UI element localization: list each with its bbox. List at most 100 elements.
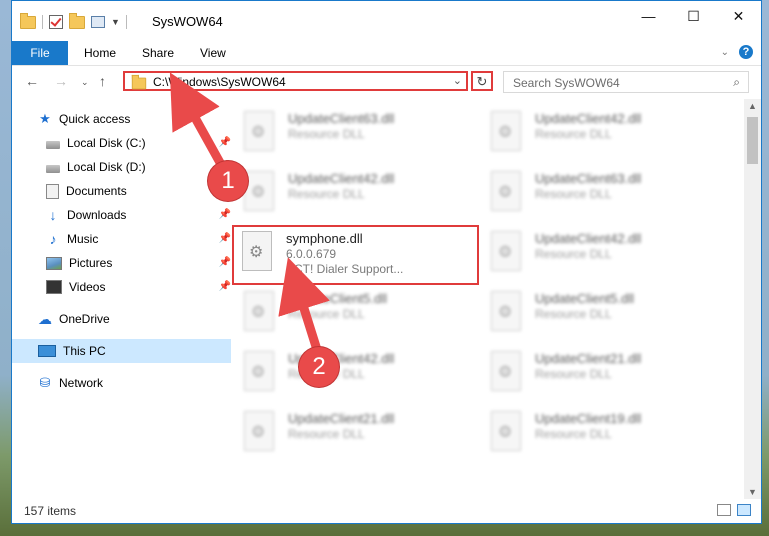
properties-icon[interactable] bbox=[91, 16, 105, 28]
sidebar-item-downloads[interactable]: ↓ Downloads 📌 bbox=[12, 203, 239, 227]
file-item[interactable]: UpdateClient5.dll Resource DLL bbox=[234, 285, 464, 341]
search-input[interactable]: Search SysWOW64 ⌕ bbox=[503, 71, 749, 93]
file-description: ACT! Dialer Support... bbox=[286, 262, 404, 276]
vertical-scrollbar[interactable]: ▲ ▼ bbox=[744, 99, 761, 499]
file-item[interactable]: UpdateClient42.dll Resource DLL bbox=[234, 345, 464, 401]
customize-toolbar-icon[interactable]: ▼ bbox=[111, 17, 120, 27]
window-title: SysWOW64 bbox=[152, 14, 223, 29]
file-name: UpdateClient5.dll bbox=[535, 291, 635, 306]
file-item[interactable]: UpdateClient42.dll Resource DLL bbox=[481, 105, 711, 161]
up-arrow-icon[interactable]: ↑ bbox=[99, 73, 106, 89]
videos-icon bbox=[46, 280, 62, 294]
step-2-callout: 2 bbox=[299, 347, 339, 387]
dll-file-icon bbox=[244, 351, 274, 391]
refresh-button[interactable]: ↻ bbox=[471, 71, 493, 91]
address-row: ← → ⌄ ↑ C:\Windows\SysWOW64 ⌄ ↻ Search S… bbox=[12, 65, 761, 99]
scroll-down-icon[interactable]: ▼ bbox=[748, 487, 757, 497]
ribbon-tabs: File Home Share View ⌄ ? bbox=[12, 41, 761, 66]
file-description: Resource DLL bbox=[288, 187, 365, 201]
file-name: UpdateClient63.dll bbox=[288, 111, 395, 126]
sidebar-item-label: This PC bbox=[63, 344, 106, 358]
help-icon[interactable]: ? bbox=[739, 45, 753, 59]
pictures-icon bbox=[46, 256, 62, 270]
file-item[interactable]: UpdateClient42.dll Resource DLL bbox=[234, 165, 464, 221]
sidebar-item-quick-access[interactable]: ★ Quick access bbox=[12, 107, 231, 131]
minimize-button[interactable]: — bbox=[626, 1, 671, 31]
tab-view[interactable]: View bbox=[186, 41, 240, 65]
quick-access-star-icon: ★ bbox=[39, 111, 51, 126]
address-path[interactable]: C:\Windows\SysWOW64 bbox=[153, 75, 286, 89]
sidebar-item-label: Local Disk (D:) bbox=[67, 160, 146, 174]
step-1-callout: 1 bbox=[208, 161, 248, 201]
dll-file-icon bbox=[491, 411, 521, 451]
tiles-view-icon[interactable] bbox=[737, 504, 751, 516]
chevron-down-icon[interactable]: ⌄ bbox=[453, 74, 462, 87]
sidebar-item-local-disk-c[interactable]: Local Disk (C:) 📌 bbox=[12, 131, 239, 155]
file-description: Resource DLL bbox=[288, 307, 365, 321]
sidebar-item-label: Network bbox=[59, 376, 104, 390]
dll-file-icon bbox=[244, 291, 274, 331]
file-name: UpdateClient19.dll bbox=[535, 411, 642, 426]
sidebar-item-music[interactable]: ♪ Music 📌 bbox=[12, 227, 239, 251]
file-name: UpdateClient5.dll bbox=[288, 291, 388, 306]
network-icon: ⛁ bbox=[39, 375, 51, 390]
onedrive-cloud-icon: ☁ bbox=[38, 311, 52, 327]
sidebar-item-local-disk-d[interactable]: Local Disk (D:) 📌 bbox=[12, 155, 239, 179]
sidebar-item-label: Downloads bbox=[67, 208, 127, 222]
close-button[interactable]: ✕ bbox=[716, 1, 761, 31]
address-bar[interactable]: C:\Windows\SysWOW64 ⌄ bbox=[123, 71, 468, 91]
sidebar-item-label: Documents bbox=[66, 184, 127, 198]
folder-icon[interactable] bbox=[20, 12, 36, 29]
tab-file[interactable]: File bbox=[12, 41, 68, 65]
dll-file-icon bbox=[242, 231, 272, 271]
sidebar-item-this-pc[interactable]: This PC bbox=[12, 339, 231, 363]
sidebar-item-onedrive[interactable]: ☁ OneDrive bbox=[12, 307, 231, 331]
maximize-button[interactable]: ☐ bbox=[671, 1, 716, 31]
sidebar-item-pictures[interactable]: Pictures 📌 bbox=[12, 251, 239, 275]
file-item[interactable]: UpdateClient21.dll Resource DLL bbox=[234, 405, 464, 461]
file-description: Resource DLL bbox=[288, 427, 365, 441]
file-name: UpdateClient42.dll bbox=[535, 231, 642, 246]
details-view-icon[interactable] bbox=[717, 504, 731, 516]
scrollbar-thumb[interactable] bbox=[747, 117, 758, 164]
file-item[interactable]: UpdateClient5.dll Resource DLL bbox=[481, 285, 711, 341]
file-item[interactable]: UpdateClient63.dll Resource DLL bbox=[481, 165, 711, 221]
sidebar-item-videos[interactable]: Videos 📌 bbox=[12, 275, 239, 299]
file-item-symphone[interactable]: symphone.dll 6.0.0.679 ACT! Dialer Suppo… bbox=[232, 225, 479, 285]
dll-file-icon bbox=[244, 411, 274, 451]
chevron-down-icon[interactable]: ⌄ bbox=[721, 47, 729, 58]
back-arrow-icon[interactable]: ← bbox=[25, 73, 39, 89]
file-item[interactable]: UpdateClient19.dll Resource DLL bbox=[481, 405, 711, 461]
search-icon[interactable]: ⌕ bbox=[733, 75, 740, 90]
drive-icon bbox=[46, 165, 60, 173]
file-item[interactable]: UpdateClient21.dll Resource DLL bbox=[481, 345, 711, 401]
sidebar-item-documents[interactable]: Documents 📌 bbox=[12, 179, 239, 203]
sidebar-item-label: Music bbox=[67, 232, 99, 246]
divider bbox=[125, 15, 127, 29]
dll-file-icon bbox=[491, 171, 521, 211]
checkbox-properties-icon[interactable] bbox=[49, 15, 63, 29]
sidebar-item-network[interactable]: ⛁ Network bbox=[12, 371, 231, 395]
recent-locations-chevron-icon[interactable]: ⌄ bbox=[81, 77, 89, 88]
file-name: UpdateClient21.dll bbox=[288, 411, 395, 426]
sidebar-item-label: Pictures bbox=[69, 256, 113, 270]
music-icon: ♪ bbox=[49, 231, 57, 247]
forward-arrow-icon[interactable]: → bbox=[54, 73, 68, 89]
file-item[interactable]: UpdateClient63.dll Resource DLL bbox=[234, 105, 464, 161]
new-folder-icon[interactable] bbox=[69, 12, 85, 29]
scroll-up-icon[interactable]: ▲ bbox=[748, 101, 757, 111]
sidebar-item-label: Videos bbox=[69, 280, 106, 294]
item-count: 157 items bbox=[24, 504, 77, 518]
title-bar: ▼ SysWOW64 — ☐ ✕ bbox=[12, 1, 761, 41]
file-description: Resource DLL bbox=[288, 127, 365, 141]
file-name: UpdateClient63.dll bbox=[535, 171, 642, 186]
dll-file-icon bbox=[491, 231, 521, 271]
drive-icon bbox=[46, 141, 60, 149]
refresh-icon: ↻ bbox=[476, 74, 488, 89]
tab-share[interactable]: Share bbox=[128, 41, 188, 65]
file-item[interactable]: UpdateClient42.dll Resource DLL bbox=[481, 225, 711, 281]
computer-icon bbox=[38, 345, 56, 357]
dll-file-icon bbox=[244, 111, 274, 151]
explorer-window: ▼ SysWOW64 — ☐ ✕ File Home Share View ⌄ … bbox=[11, 0, 762, 524]
tab-home[interactable]: Home bbox=[70, 41, 130, 65]
